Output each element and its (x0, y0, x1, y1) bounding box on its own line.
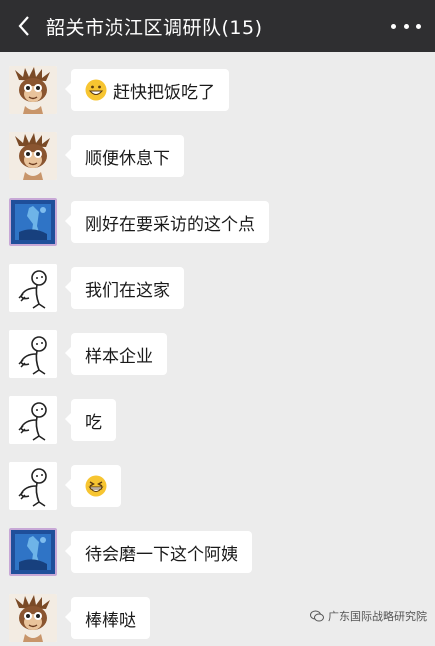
message-row (9, 462, 429, 514)
message-text: 样本企业 (85, 346, 153, 367)
message-text: 我们在这家 (85, 280, 170, 301)
message-text: 顺便休息下 (85, 148, 170, 169)
more-options-button[interactable] (391, 14, 421, 38)
message-bubble[interactable]: 刚好在要采访的这个点 (65, 201, 269, 243)
message-list[interactable]: 赶快把饭吃了 顺便休息下 刚好在要采访的这个点 我们在这家 样本企业 吃 待会磨… (0, 52, 435, 642)
monkey-avatar[interactable] (9, 66, 57, 114)
more-dot-icon (416, 23, 421, 29)
message-row: 待会磨一下这个阿姨 (9, 528, 429, 580)
more-dot-icon (403, 23, 409, 29)
message-bubble[interactable]: 待会磨一下这个阿姨 (65, 531, 252, 573)
message-bubble[interactable]: 顺便休息下 (65, 135, 184, 177)
message-text: 刚好在要采访的这个点 (85, 214, 255, 235)
message-row: 刚好在要采访的这个点 (9, 198, 429, 250)
message-bubble[interactable]: 我们在这家 (65, 267, 184, 309)
stick-figure-avatar[interactable] (9, 264, 57, 312)
message-bubble[interactable]: 样本企业 (65, 333, 167, 375)
message-bubble[interactable]: 赶快把饭吃了 (65, 69, 229, 111)
message-text: 待会磨一下这个阿姨 (85, 544, 238, 565)
blue-painting-avatar[interactable] (9, 528, 57, 576)
message-row: 我们在这家 (9, 264, 429, 316)
grinning-squint-emoji (85, 475, 107, 497)
wechat-official-account-icon (310, 610, 324, 622)
message-row: 顺便休息下 (9, 132, 429, 184)
watermark-text: 广东国际战略研究院 (328, 610, 427, 623)
message-text: 棒棒哒 (85, 610, 136, 631)
watermark: 广东国际战略研究院 (310, 608, 427, 624)
monkey-avatar[interactable] (9, 594, 57, 642)
message-text: 吃 (85, 412, 102, 433)
message-text: 赶快把饭吃了 (113, 82, 215, 103)
message-row: 样本企业 (9, 330, 429, 382)
monkey-avatar[interactable] (9, 132, 57, 180)
message-row: 赶快把饭吃了 (9, 66, 429, 118)
stick-figure-avatar[interactable] (9, 462, 57, 510)
stick-figure-avatar[interactable] (9, 330, 57, 378)
message-bubble[interactable]: 棒棒哒 (65, 597, 150, 639)
message-row: 吃 (9, 396, 429, 448)
grinning-face-emoji (85, 79, 107, 101)
more-dot-icon (391, 23, 396, 29)
chevron-left-icon (18, 16, 29, 36)
chat-title: 韶关市浈江区调研队(15) (46, 16, 263, 39)
blue-painting-avatar[interactable] (9, 198, 57, 246)
chat-header: 韶关市浈江区调研队(15) (0, 0, 435, 52)
back-button[interactable] (2, 0, 46, 52)
message-bubble[interactable]: 吃 (65, 399, 116, 441)
message-bubble[interactable] (65, 465, 121, 507)
stick-figure-avatar[interactable] (9, 396, 57, 444)
